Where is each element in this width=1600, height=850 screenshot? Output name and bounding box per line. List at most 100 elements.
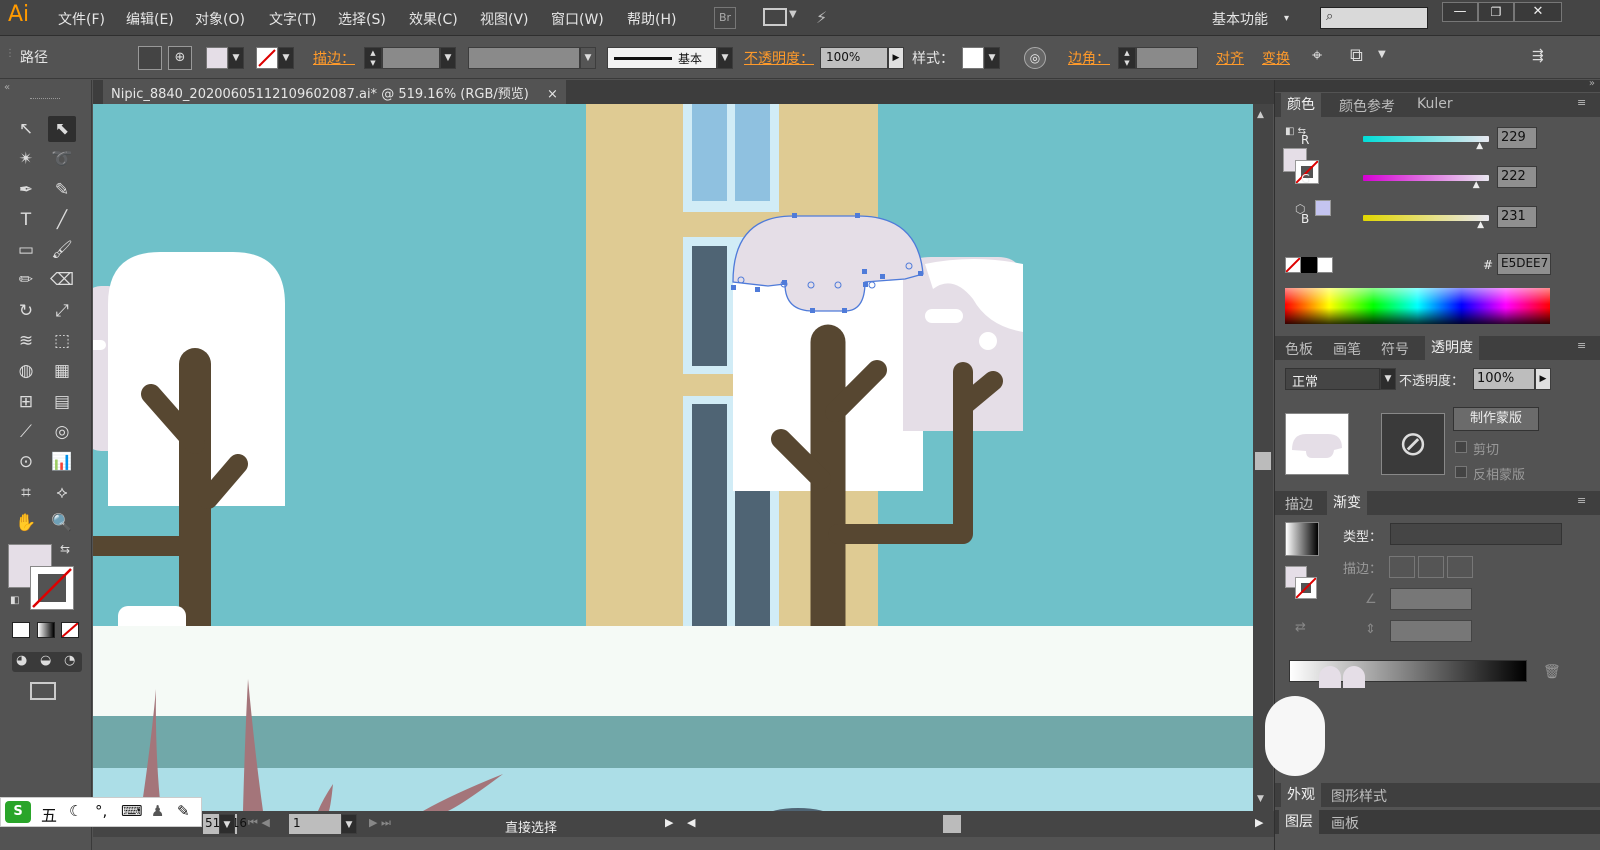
gradient-stop[interactable]: [1319, 666, 1341, 688]
width-tool-icon[interactable]: ≋: [12, 328, 40, 354]
brush-dropdown[interactable]: ▼: [717, 47, 733, 69]
select-similar-icon[interactable]: ⌖: [1312, 45, 1322, 66]
panel-menu-icon[interactable]: ≡: [1577, 339, 1586, 352]
g-input[interactable]: 222: [1497, 166, 1537, 188]
r-slider-thumb[interactable]: ▲: [1476, 141, 1483, 151]
rectangle-tool-icon[interactable]: ▭: [12, 237, 40, 263]
vertical-scrollbar[interactable]: ▲ ▼: [1253, 104, 1273, 811]
menu-help[interactable]: 帮助(H): [627, 9, 676, 29]
menu-edit[interactable]: 编辑(E): [126, 9, 174, 29]
fill-dropdown[interactable]: ▼: [228, 47, 244, 69]
graphic-style-swatch[interactable]: [962, 47, 984, 69]
mesh-tool-icon[interactable]: ⊞: [12, 389, 40, 415]
artboard-canvas[interactable]: [93, 104, 1253, 811]
lasso-icon[interactable]: ➰: [48, 146, 76, 172]
type-tool-icon[interactable]: T: [12, 207, 40, 233]
tab-brushes[interactable]: 画笔: [1333, 339, 1361, 359]
gradient-preview-swatch[interactable]: [1285, 522, 1319, 556]
skin-icon[interactable]: ♟: [151, 802, 164, 820]
symbol-sprayer-icon[interactable]: ⊙: [12, 449, 40, 475]
menu-view[interactable]: 视图(V): [480, 9, 529, 29]
search-input[interactable]: ⌕: [1320, 7, 1428, 29]
hex-input[interactable]: E5DEE7: [1497, 253, 1551, 275]
tab-color[interactable]: 颜色: [1281, 93, 1321, 117]
r-slider[interactable]: ▲: [1363, 136, 1489, 151]
opacity-slider-button[interactable]: ▶: [888, 47, 904, 69]
scroll-left-icon[interactable]: ◀: [687, 816, 695, 829]
menu-effect[interactable]: 效果(C): [409, 9, 458, 29]
moon-icon[interactable]: ☾: [69, 802, 82, 820]
first-artboard-icon[interactable]: ⏮ ◀: [248, 816, 270, 830]
tab-artboards[interactable]: 画板: [1331, 813, 1359, 833]
panel-menu-icon[interactable]: ≡: [1577, 96, 1586, 109]
corner-label[interactable]: 边角：: [1068, 48, 1110, 68]
keyboard-icon[interactable]: ⌨: [121, 802, 143, 820]
panel-menu-icon[interactable]: ≡: [1577, 494, 1586, 507]
sogou-logo-icon[interactable]: S: [5, 801, 31, 823]
ime-toolbar[interactable]: S 五 ☾ °, ⌨ ♟ ✎: [0, 797, 202, 827]
eraser-icon[interactable]: ⌫: [48, 267, 76, 293]
scroll-down-icon[interactable]: ▼: [1257, 794, 1264, 804]
workspace-switcher[interactable]: 基本功能: [1212, 9, 1268, 29]
close-tab-icon[interactable]: ×: [547, 87, 558, 102]
align-link[interactable]: 对齐: [1216, 48, 1244, 68]
isolate-group-icon[interactable]: [138, 46, 162, 70]
profile-dropdown[interactable]: ▼: [580, 47, 596, 69]
zoom-dropdown[interactable]: ▼: [219, 814, 235, 834]
reverse-gradient-icon[interactable]: ⇄: [1295, 620, 1306, 635]
gradient-stop[interactable]: [1343, 666, 1365, 688]
recolor-artwork-icon[interactable]: ◎: [1024, 47, 1046, 69]
screen-mode-icon[interactable]: [30, 682, 56, 700]
style-dropdown[interactable]: ▼: [984, 47, 1000, 69]
color-spectrum[interactable]: [1285, 288, 1550, 324]
draw-normal-icon[interactable]: ◕: [16, 653, 27, 668]
menu-type[interactable]: 文字(T): [269, 9, 316, 29]
stroke-dropdown[interactable]: ▼: [278, 47, 294, 69]
r-input[interactable]: 229: [1497, 127, 1537, 149]
delete-stop-icon[interactable]: 🗑: [1543, 664, 1561, 680]
gradient-stroke-swatch[interactable]: [1295, 577, 1317, 599]
free-transform-icon[interactable]: ⬚: [48, 328, 76, 354]
gradient-tool-icon[interactable]: ▤: [48, 389, 76, 415]
line-tool-icon[interactable]: ╱: [48, 207, 76, 233]
opacity-label[interactable]: 不透明度：: [744, 48, 814, 68]
draw-modes[interactable]: ◕ ◒ ◔: [12, 652, 82, 672]
draw-inside-icon[interactable]: ◔: [64, 653, 75, 668]
corner-input[interactable]: [1136, 47, 1198, 69]
close-window-button[interactable]: ✕: [1514, 2, 1562, 22]
variable-width-profile[interactable]: [468, 47, 580, 69]
blend-tool-icon[interactable]: ◎: [48, 419, 76, 445]
pencil-icon[interactable]: ✏: [12, 267, 40, 293]
menu-file[interactable]: 文件(F): [58, 9, 105, 29]
collapse-icon[interactable]: «: [4, 82, 10, 93]
hscroll-thumb[interactable]: [943, 815, 961, 833]
selection-tool-icon[interactable]: ↖: [12, 116, 40, 142]
b-input[interactable]: 231: [1497, 206, 1537, 228]
b-slider-thumb[interactable]: ▲: [1477, 220, 1484, 230]
stroke-label[interactable]: 描边：: [313, 48, 355, 68]
web-safe-swatch[interactable]: [1315, 200, 1331, 216]
curvature-tool-icon[interactable]: ✎: [48, 177, 76, 203]
document-tab[interactable]: Nipic_8840_20200605112109602087.ai* @ 51…: [103, 80, 566, 104]
restore-button[interactable]: ❐: [1478, 2, 1514, 22]
stroke-across-icon[interactable]: [1447, 556, 1473, 578]
blend-mode-select[interactable]: 正常: [1285, 368, 1380, 390]
gradient-mode-icon[interactable]: [37, 622, 55, 638]
artboard-dropdown[interactable]: ▼: [341, 814, 357, 834]
artboard-tool-icon[interactable]: ⌗: [12, 480, 40, 506]
stroke-within-icon[interactable]: [1389, 556, 1415, 578]
stroke-along-icon[interactable]: [1418, 556, 1444, 578]
white-swatch[interactable]: [1317, 257, 1333, 273]
tab-layers[interactable]: 图层: [1279, 810, 1319, 834]
column-graph-icon[interactable]: 📊: [48, 449, 76, 475]
aspect-ratio-input[interactable]: [1390, 620, 1472, 642]
tab-stroke[interactable]: 描边: [1285, 494, 1313, 514]
chevron-down-icon[interactable]: ▼: [789, 9, 797, 20]
mask-none-icon[interactable]: ⊘: [1381, 413, 1445, 475]
rotate-tool-icon[interactable]: ↻: [12, 298, 40, 324]
tab-swatches[interactable]: 色板: [1285, 339, 1313, 359]
gpu-performance-icon[interactable]: ⚡: [816, 8, 842, 28]
target-anchor-icon[interactable]: ⊕: [168, 46, 192, 70]
g-slider-thumb[interactable]: ▲: [1473, 180, 1480, 190]
chevron-down-icon[interactable]: ▼: [1378, 49, 1386, 60]
